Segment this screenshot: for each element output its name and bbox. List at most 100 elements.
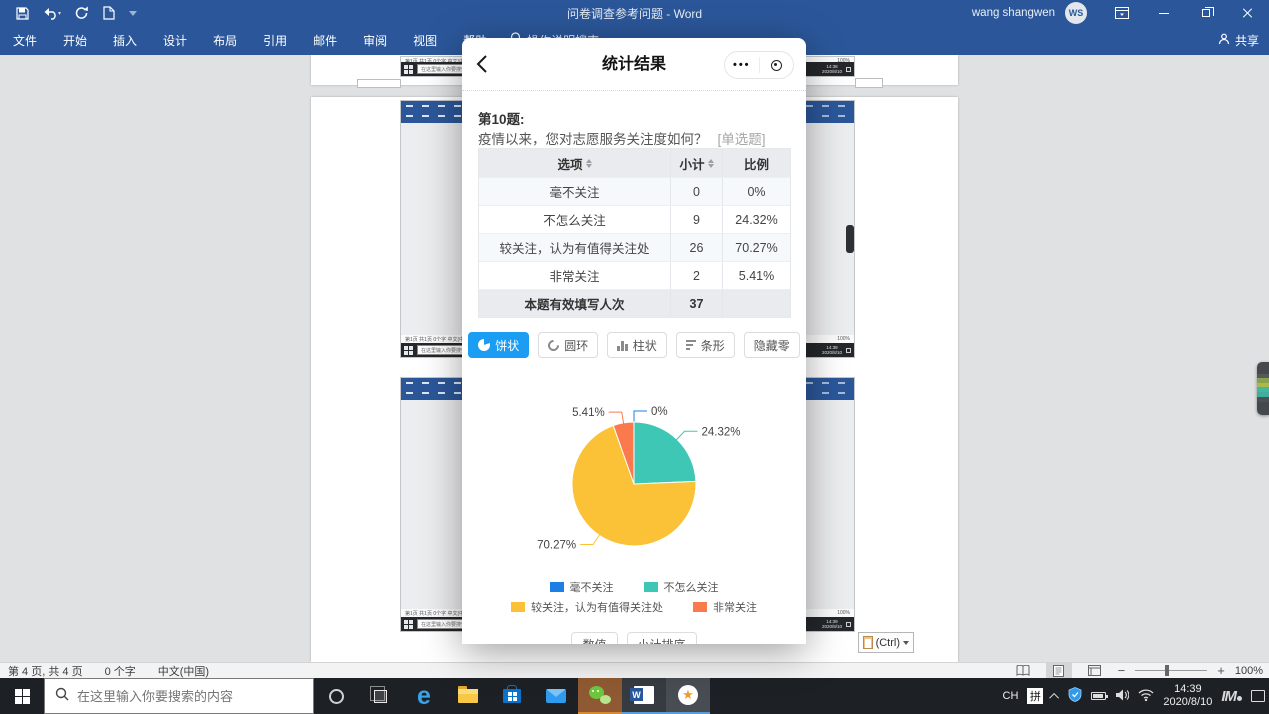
share-button[interactable]: 共享 [1218,32,1259,49]
star-app-icon: ★ [678,685,698,705]
folder-icon [458,686,478,703]
back-button[interactable] [476,55,488,73]
sort-by-count-button[interactable]: 小计排序 [626,632,697,644]
legend-item[interactable]: 不怎么关注 [643,579,719,595]
cortana-button[interactable] [314,678,358,714]
minimize-button[interactable] [1143,0,1185,26]
store-icon [503,685,521,703]
person-icon [1218,33,1230,48]
header-ratio: 比例 [722,149,790,177]
more-button[interactable]: ••• [725,52,759,78]
numeric-values-button[interactable]: 数值 [571,632,618,644]
question-text: 疫情以来，您对志愿服务关注度如何？ [单选题] [478,132,766,147]
tab-home[interactable]: 开始 [50,26,100,55]
language-indicator-tray[interactable]: CH [1003,690,1019,702]
new-document-icon[interactable] [103,6,115,20]
im-app-tray-icon[interactable]: IM [1221,688,1242,705]
tab-insert[interactable]: 插入 [100,26,150,55]
customize-qat-icon[interactable] [129,10,137,16]
taskbar-file-explorer[interactable] [446,678,490,714]
tab-review[interactable]: 审阅 [350,26,400,55]
chart-type-button-4[interactable]: 隐藏零 [743,332,800,358]
undo-icon[interactable] [43,7,61,20]
signed-in-user[interactable]: wang shangwen [972,7,1055,19]
tab-view[interactable]: 视图 [400,26,450,55]
circle-dot-icon [770,59,782,71]
save-icon[interactable] [16,6,29,20]
system-tray: CH 拼 14:39 2020/8/10 IM [1003,678,1265,714]
legend-swatch [511,602,525,612]
column-chart-icon [617,340,628,351]
read-mode-button[interactable] [1010,663,1036,678]
word-count[interactable]: 0 个字 [105,663,136,679]
print-layout-button[interactable] [1045,663,1072,678]
taskbar-store[interactable] [490,678,534,714]
tab-design[interactable]: 设计 [150,26,200,55]
mini-clock: 14:38 2020/8/10 [821,64,842,74]
taskbar-mail[interactable] [534,678,578,714]
page-indicator[interactable]: 第 4 页, 共 4 页 [8,663,83,679]
battery-icon[interactable] [1091,692,1109,700]
redo-icon[interactable] [75,6,89,20]
tab-references[interactable]: 引用 [250,26,300,55]
legend-item[interactable]: 非常关注 [693,599,757,615]
close-miniprogram-button[interactable] [760,52,794,78]
tab-layout[interactable]: 布局 [200,26,250,55]
taskbar-wechat[interactable] [578,678,622,714]
donut-icon [545,337,562,353]
legend-swatch [549,582,564,592]
desktop: 问卷调查参考问题 - Word wang shangwen WS 文件 开始 插… [0,0,1269,714]
legend-item[interactable]: 较关注，认为有值得关注处 [511,599,663,615]
zoom-in-button[interactable]: + [1217,663,1225,678]
mini-tray-icon [846,66,851,72]
ribbon-display-options-button[interactable] [1101,0,1143,26]
table-footer-row: 本题有效填写人次 37 [479,289,790,317]
mini-start-icon [404,619,413,629]
header-option[interactable]: 选项 [479,149,670,177]
task-view-button[interactable] [358,678,402,714]
action-center-icon[interactable] [1251,690,1265,702]
chevron-down-icon [903,640,909,645]
pie-leader-line-1 [675,430,698,441]
security-shield-icon[interactable] [1068,687,1082,705]
avatar[interactable]: WS [1065,2,1087,24]
chart-legend: 毫不关注 不怎么关注 较关注，认为有值得关注处 非常关注 [462,579,806,619]
chart-type-buttons: 饼状 圆环 柱状 条形 隐藏零 [462,332,806,358]
start-button[interactable] [0,678,44,714]
tab-file[interactable]: 文件 [0,26,50,55]
legend-item[interactable]: 毫不关注 [549,579,614,595]
taskbar-star-app[interactable]: ★ [666,678,710,714]
taskbar-edge[interactable]: e [402,678,446,714]
question-number: 第10题: [478,112,525,127]
zoom-slider[interactable] [1135,665,1208,676]
close-button[interactable] [1227,0,1269,26]
restore-button[interactable] [1185,0,1227,26]
language-indicator[interactable]: 中文(中国) [158,663,209,679]
taskbar-search-box[interactable] [44,678,314,714]
volume-icon[interactable] [1115,689,1130,704]
ime-pinyin-icon[interactable]: 拼 [1027,688,1044,704]
header-count[interactable]: 小计 [670,149,722,177]
zoom-level[interactable]: 100% [1235,665,1263,677]
mini-start-icon [404,345,413,355]
docked-sidebar-widget[interactable] [1257,362,1269,415]
wifi-icon[interactable] [1138,688,1154,704]
miniprogram-capsule: ••• [724,51,794,79]
chart-type-button-3[interactable]: 条形 [675,332,735,358]
search-input[interactable] [77,688,297,704]
paste-options-button[interactable]: (Ctrl) [858,632,914,653]
zoom-slider-thumb[interactable] [1165,665,1170,676]
pie-leader-line-2 [580,534,601,545]
tab-mailings[interactable]: 邮件 [300,26,350,55]
chart-type-button-2[interactable]: 柱状 [607,332,667,358]
chart-type-button-1[interactable]: 圆环 [538,332,599,358]
word-status-bar: 第 4 页, 共 4 页 0 个字 中文(中国) − + 100% [0,662,1269,678]
hidden-icons-chevron[interactable] [1049,692,1060,703]
mini-tray-icon [846,347,851,353]
taskbar-clock[interactable]: 14:39 2020/8/10 [1163,683,1212,709]
web-layout-button[interactable] [1082,663,1108,678]
chart-type-button-0[interactable]: 饼状 [468,332,530,358]
zoom-out-button[interactable]: − [1118,663,1126,678]
taskbar-word[interactable] [622,678,666,714]
table-row: 不怎么关注 9 24.32% [479,205,790,233]
